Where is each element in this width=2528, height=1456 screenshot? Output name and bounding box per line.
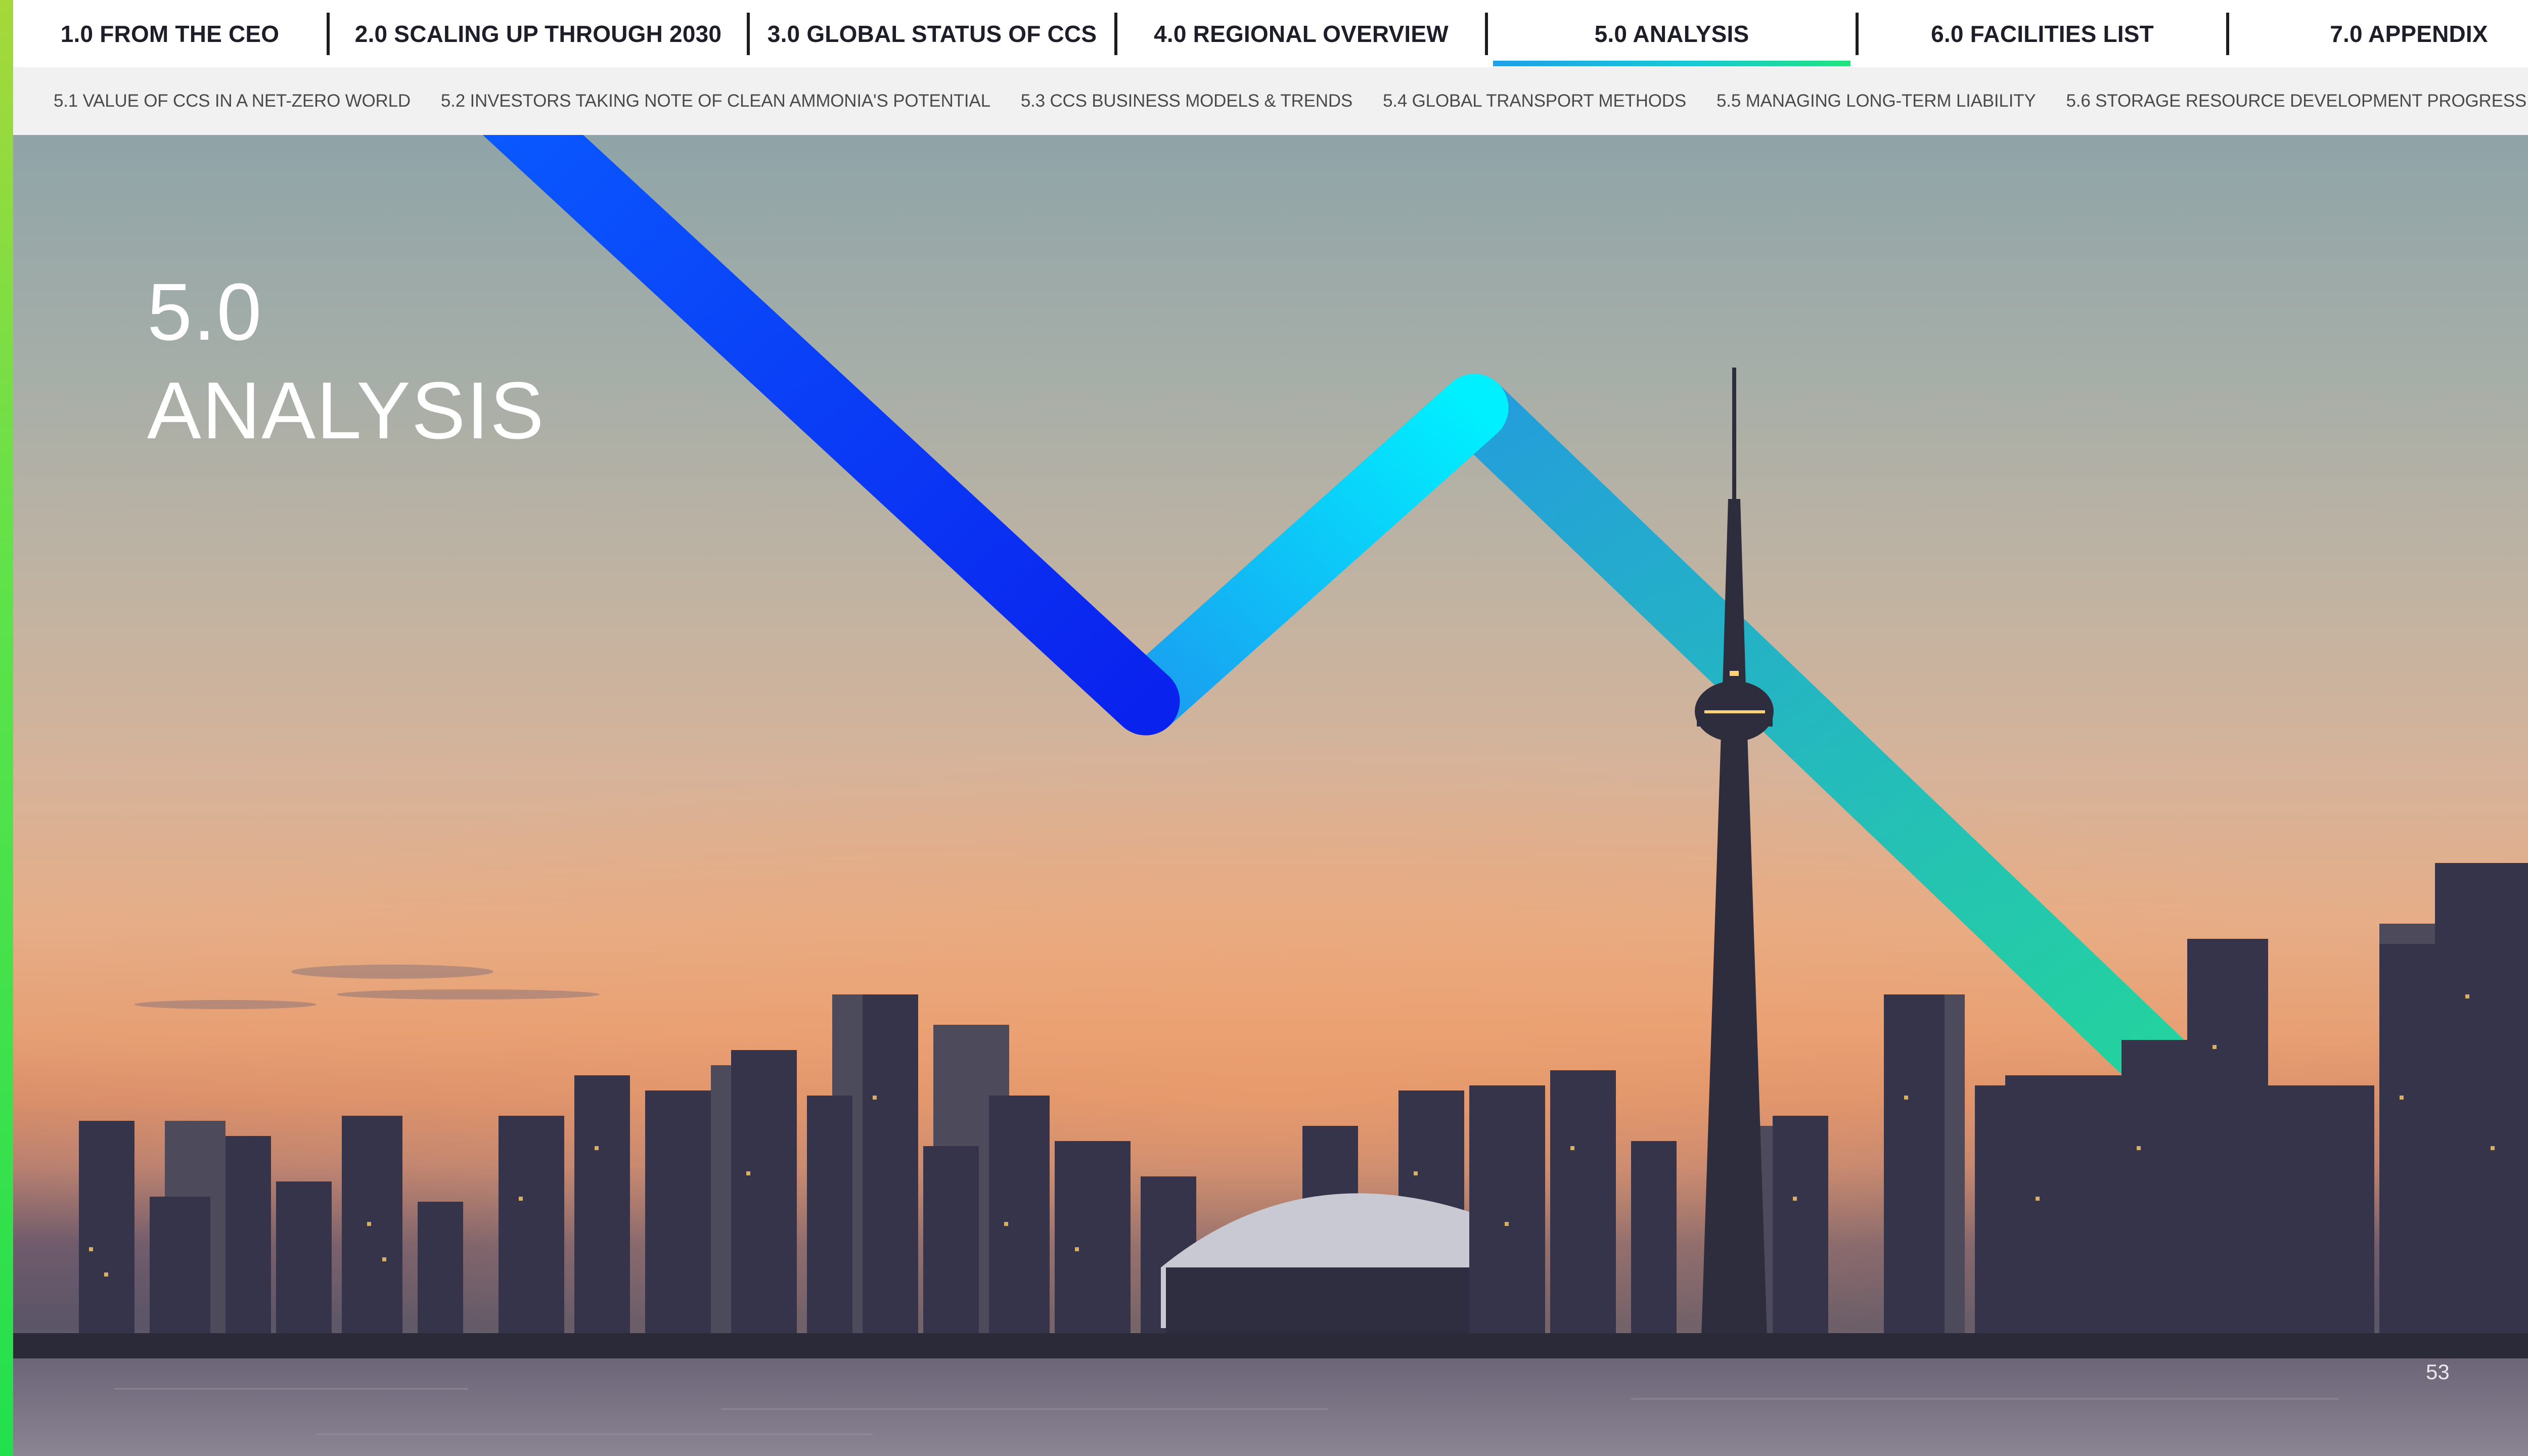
tab-analysis[interactable]: 5.0 ANALYSIS xyxy=(1488,0,1856,67)
section-number: 5.0 xyxy=(147,266,263,357)
main-navigation: 1.0 FROM THE CEO 2.0 SCALING UP THROUGH … xyxy=(13,0,2528,67)
page-number: 53 xyxy=(2426,1360,2450,1384)
tab-appendix[interactable]: 7.0 APPENDIX xyxy=(2229,0,2528,67)
tab-from-the-ceo[interactable]: 1.0 FROM THE CEO xyxy=(13,0,327,67)
stadium-base xyxy=(1166,1267,1469,1338)
section-title: ANALYSIS xyxy=(147,365,545,456)
tab-global-status-of-ccs[interactable]: 3.0 GLOBAL STATUS OF CCS xyxy=(750,0,1114,67)
tab-regional-overview[interactable]: 4.0 REGIONAL OVERVIEW xyxy=(1117,0,1485,67)
subnav-item-clean-ammonia[interactable]: 5.2 INVESTORS TAKING NOTE OF CLEAN AMMON… xyxy=(441,91,990,111)
tab-scaling-up-through-2030[interactable]: 2.0 SCALING UP THROUGH 2030 xyxy=(330,0,747,67)
subnav-item-long-term-liability[interactable]: 5.5 MANAGING LONG-TERM LIABILITY xyxy=(1717,91,2036,111)
subnav-item-storage-resource[interactable]: 5.6 STORAGE RESOURCE DEVELOPMENT PROGRES… xyxy=(2066,91,2527,111)
shoreline xyxy=(13,1333,2528,1358)
section-heading: 5.0 ANALYSIS xyxy=(147,264,545,461)
subnav-item-business-models[interactable]: 5.3 CCS BUSINESS MODELS & TRENDS xyxy=(1021,91,1352,111)
tab-facilities-list[interactable]: 6.0 FACILITIES LIST xyxy=(1859,0,2226,67)
left-accent-stripe xyxy=(0,0,13,1456)
subnav-item-transport-methods[interactable]: 5.4 GLOBAL TRANSPORT METHODS xyxy=(1383,91,1686,111)
subnav-item-value-of-ccs[interactable]: 5.1 VALUE OF CCS IN A NET-ZERO WORLD xyxy=(54,91,411,111)
hero-section: 5.0 ANALYSIS xyxy=(13,135,2528,1456)
lake-water xyxy=(13,1358,2528,1456)
sub-navigation: 5.1 VALUE OF CCS IN A NET-ZERO WORLD 5.2… xyxy=(13,67,2528,135)
